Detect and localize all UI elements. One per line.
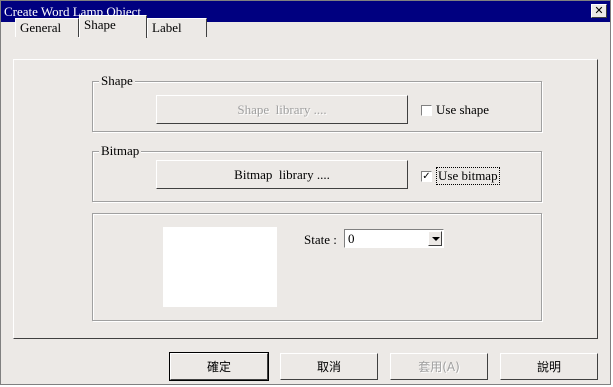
- state-label: State :: [304, 232, 337, 247]
- use-bitmap-label: Use bitmap: [436, 167, 500, 185]
- tab-shape[interactable]: Shape: [79, 15, 147, 38]
- use-shape-label: Use shape: [436, 102, 490, 117]
- tab-label[interactable]: Label: [147, 18, 207, 37]
- chevron-down-icon: [432, 237, 440, 241]
- state-select-value: 0: [348, 231, 355, 246]
- tab-shape-label: Shape: [84, 17, 116, 32]
- tab-label-label: Label: [152, 20, 182, 35]
- tab-general[interactable]: General: [15, 18, 79, 37]
- bitmap-library-button[interactable]: Bitmap library ....: [156, 160, 408, 189]
- bitmap-library-button-label: Bitmap library ....: [234, 167, 330, 182]
- tab-general-label: General: [20, 20, 62, 35]
- close-button[interactable]: ✕: [591, 4, 607, 18]
- state-preview: [163, 227, 277, 307]
- apply-button[interactable]: 套用(A): [390, 353, 488, 380]
- state-group: [92, 213, 542, 321]
- use-shape-checkbox-box[interactable]: [421, 104, 432, 116]
- shape-group-label: Shape: [99, 73, 135, 89]
- shape-library-button-label: Shape library ....: [237, 102, 327, 117]
- help-button-label: 說明: [536, 360, 561, 374]
- use-bitmap-checkbox-box[interactable]: ✓: [421, 170, 432, 182]
- bitmap-group-label: Bitmap: [99, 143, 142, 159]
- apply-button-label: 套用(A): [418, 360, 460, 374]
- cancel-button-label: 取消: [316, 360, 341, 374]
- shape-library-button[interactable]: Shape library ....: [156, 95, 408, 124]
- ok-button-label: 確定: [206, 360, 231, 374]
- cancel-button[interactable]: 取消: [280, 353, 378, 380]
- create-word-lamp-dialog: Create Word Lamp Object ✕ General Shape …: [0, 0, 611, 385]
- ok-button[interactable]: 確定: [169, 352, 269, 381]
- use-shape-checkbox[interactable]: Use shape: [421, 102, 489, 118]
- check-icon: ✓: [422, 170, 431, 182]
- help-button[interactable]: 說明: [500, 353, 598, 380]
- state-select[interactable]: 0: [344, 229, 444, 248]
- close-icon: ✕: [594, 4, 604, 17]
- use-bitmap-checkbox[interactable]: ✓ Use bitmap: [421, 167, 500, 185]
- state-select-dropdown[interactable]: [428, 231, 442, 246]
